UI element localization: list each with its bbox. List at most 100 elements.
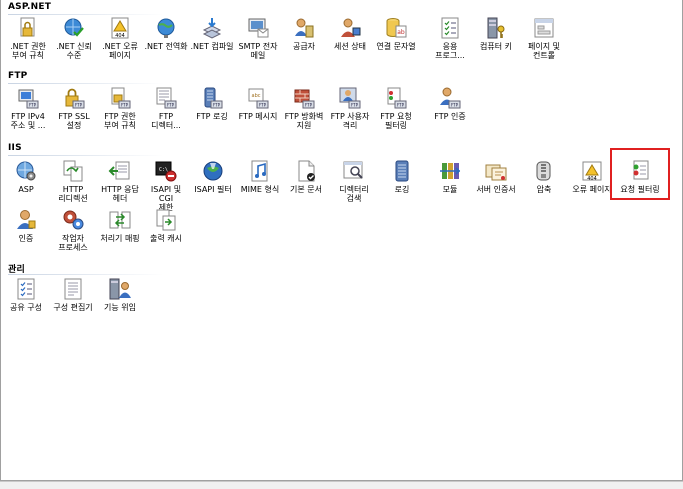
feature-ftp-ssl[interactable]: FTP FTP SSL 설정 xyxy=(51,86,97,130)
feature-authentication[interactable]: 인증 xyxy=(3,208,49,243)
feature-ftp-directory-browsing[interactable]: FTP FTP 디렉터... xyxy=(143,86,189,130)
checklist-icon xyxy=(441,17,459,39)
feature-isapi-filters[interactable]: ISAPI 필터 xyxy=(190,159,236,194)
feature-label: FTP 디렉터... xyxy=(151,112,181,130)
ftp-lock-icon: FTP xyxy=(65,88,85,109)
feature-net-globalization[interactable]: .NET 전역화 xyxy=(143,16,189,51)
feature-ftp-firewall[interactable]: FTP FTP 방화벽 지원 xyxy=(281,86,327,130)
http-response-headers-icon xyxy=(108,161,130,180)
group-header: IIS xyxy=(8,143,22,153)
feature-label: 디렉터리 검색 xyxy=(339,185,369,203)
feature-ftp-request-filtering[interactable]: FTP FTP 요청 필터링 xyxy=(373,86,419,130)
feature-connection-strings[interactable]: ab 연결 문자열 xyxy=(373,16,419,51)
feature-http-response-headers[interactable]: HTTP 응답 헤더 xyxy=(97,159,143,203)
globe-check-icon xyxy=(64,18,84,37)
feature-error-pages[interactable]: 404 오류 페이지 xyxy=(569,159,615,194)
config-editor-icon xyxy=(64,278,82,300)
feature-label: 출력 캐시 xyxy=(150,234,182,243)
feature-handler-mappings[interactable]: 처리기 매핑 xyxy=(97,208,143,243)
feature-net-trust-levels[interactable]: .NET 신뢰 수준 xyxy=(51,16,97,60)
ftp-authentication-icon: FTP xyxy=(440,87,461,109)
page-controls-icon xyxy=(534,18,554,38)
error-pages-icon: 404 xyxy=(582,161,602,182)
feature-ftp-user-isolation[interactable]: FTP FTP 사용자 격리 xyxy=(327,86,373,130)
isapi-filter-icon xyxy=(203,161,223,181)
ftp-ipv4-icon: FTP xyxy=(18,89,39,109)
feature-modules[interactable]: 모듈 xyxy=(427,159,473,194)
feature-pages-and-controls[interactable]: 페이지 및 컨트롤 xyxy=(521,16,567,60)
feature-ftp-logging[interactable]: FTP FTP 로깅 xyxy=(189,86,235,121)
svg-text:FTP: FTP xyxy=(213,103,221,108)
group-divider xyxy=(8,155,164,156)
feature-net-error-pages[interactable]: 404 .NET 오류 페이지 xyxy=(97,16,143,60)
feature-logging[interactable]: 로깅 xyxy=(379,159,425,194)
feature-label: SMTP 전자 메일 xyxy=(238,42,278,60)
feature-label: ISAPI 필터 xyxy=(194,185,232,194)
svg-text:FTP: FTP xyxy=(167,103,175,108)
group-divider xyxy=(8,14,164,15)
feature-label: HTTP 응답 헤더 xyxy=(101,185,139,203)
feature-label: FTP 사용자 격리 xyxy=(330,112,370,130)
feature-label: 처리기 매핑 xyxy=(100,234,140,243)
provider-users-icon xyxy=(295,18,314,38)
feature-asp[interactable]: ASP xyxy=(3,159,49,194)
feature-label: FTP 로깅 xyxy=(196,112,228,121)
svg-text:ab: ab xyxy=(397,29,405,36)
feature-shared-configuration[interactable]: 공유 구성 xyxy=(3,277,49,312)
svg-text:C:\: C:\ xyxy=(159,167,168,173)
worker-process-icon xyxy=(63,210,84,230)
feature-compression[interactable]: 압축 xyxy=(521,159,567,194)
feature-label: 서버 인증서 xyxy=(476,185,516,194)
ftp-user-isolation-icon: FTP xyxy=(339,87,361,109)
asp-gear-icon xyxy=(16,161,36,181)
feature-label: 기본 문서 xyxy=(290,185,322,194)
feature-label: 모듈 xyxy=(442,185,458,194)
server-key-icon xyxy=(487,17,505,39)
feature-delegation[interactable]: 기능 위임 xyxy=(97,277,143,312)
feature-ftp-messages[interactable]: abc FTP FTP 메시지 xyxy=(235,86,281,121)
feature-providers[interactable]: 공급자 xyxy=(281,16,327,51)
feature-server-certificates[interactable]: 서버 인증서 xyxy=(473,159,519,194)
feature-label: .NET 권한 부여 규칙 xyxy=(10,42,46,60)
feature-label: FTP IPv4 주소 및 ... xyxy=(10,112,46,130)
shared-config-icon xyxy=(17,278,35,300)
feature-label: ASP xyxy=(18,185,34,194)
feature-configuration-editor[interactable]: 구성 편집기 xyxy=(50,277,96,312)
svg-text:FTP: FTP xyxy=(305,103,313,108)
feature-label: 컴퓨터 키 xyxy=(480,42,512,51)
svg-text:FTP: FTP xyxy=(121,103,129,108)
feature-label: FTP 권한 부여 규칙 xyxy=(104,112,136,130)
feature-label: 기능 위임 xyxy=(104,303,136,312)
ftp-request-filter-icon: FTP xyxy=(387,87,407,109)
feature-ftp-authentication[interactable]: FTP FTP 인증 xyxy=(427,86,473,121)
feature-label: HTTP 리디렉션 xyxy=(58,185,88,203)
ftp-authorization-icon: FTP xyxy=(111,87,131,109)
feature-worker-processes[interactable]: 작업자 프로세스 xyxy=(50,208,96,252)
feature-label: 인증 xyxy=(18,234,34,243)
svg-text:FTP: FTP xyxy=(451,103,459,108)
feature-http-redirect[interactable]: HTTP 리디렉션 xyxy=(50,159,96,203)
feature-default-document[interactable]: 기본 문서 xyxy=(283,159,329,194)
feature-net-authorization-rules[interactable]: .NET 권한 부여 규칙 xyxy=(5,16,51,60)
feature-session-state[interactable]: 세션 상태 xyxy=(327,16,373,51)
feature-directory-browsing[interactable]: 디렉터리 검색 xyxy=(331,159,377,203)
modules-icon xyxy=(440,163,461,179)
feature-output-caching[interactable]: 출력 캐시 xyxy=(143,208,189,243)
feature-machine-key[interactable]: 컴퓨터 키 xyxy=(473,16,519,51)
compression-icon xyxy=(536,161,551,181)
feature-label: FTP 요청 필터링 xyxy=(380,112,412,130)
feature-application-settings[interactable]: 응용 프로그... xyxy=(427,16,473,60)
svg-text:FTP: FTP xyxy=(397,103,405,108)
ftp-logging-icon: FTP xyxy=(204,87,223,109)
database-ab-icon: ab xyxy=(386,18,407,38)
output-cache-icon xyxy=(156,209,176,231)
feature-label: 작업자 프로세스 xyxy=(58,234,88,252)
mail-monitor-icon xyxy=(248,18,269,38)
feature-ftp-ipv4[interactable]: FTP FTP IPv4 주소 및 ... xyxy=(5,86,51,130)
svg-text:FTP: FTP xyxy=(259,103,267,108)
feature-ftp-authorization[interactable]: FTP FTP 권한 부여 규칙 xyxy=(97,86,143,130)
feature-net-compilation[interactable]: .NET 컴파일 xyxy=(189,16,235,51)
feature-mime-types[interactable]: MIME 형식 xyxy=(237,159,283,194)
feature-smtp-email[interactable]: SMTP 전자 메일 xyxy=(235,16,281,60)
feature-isapi-cgi-restrictions[interactable]: C:\ ISAPI 및 CGI 제한 xyxy=(143,159,189,212)
